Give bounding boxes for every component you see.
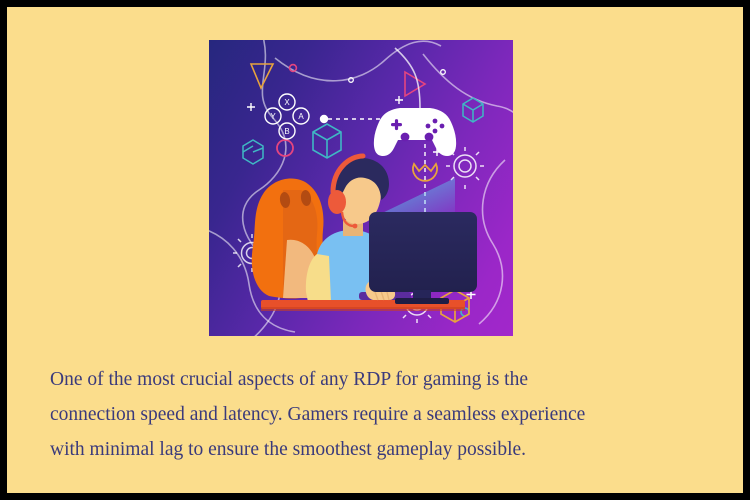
sparkle-icon	[247, 103, 255, 111]
svg-text:B: B	[284, 127, 289, 136]
svg-text:A: A	[298, 112, 304, 121]
gamer-at-desk-illustration: X Y A B	[209, 40, 513, 336]
cube-icon	[312, 123, 342, 159]
cube-icon	[242, 139, 264, 165]
article-card: X Y A B One of the most crucial aspects …	[7, 7, 743, 493]
controller-buttons-labels: X Y A B	[270, 98, 304, 136]
sparkle-icon	[395, 96, 403, 104]
desktop-monitor	[369, 212, 477, 304]
circle-icon	[440, 69, 446, 75]
svg-text:Y: Y	[270, 112, 276, 121]
floating-gamepad	[373, 108, 457, 156]
cube-icon	[462, 97, 484, 123]
triangle-icon	[249, 63, 275, 90]
paragraph-line-2: connection speed and latency. Gamers req…	[50, 404, 586, 425]
svg-text:X: X	[284, 98, 290, 107]
headphone-earcup	[328, 190, 346, 214]
article-body-text: One of the most crucial aspects of any R…	[50, 362, 704, 467]
paragraph-line-1: One of the most crucial aspects of any R…	[50, 369, 528, 390]
illustration-container: X Y A B	[209, 40, 513, 336]
paragraph-line-3: with minimal lag to ensure the smoothest…	[50, 439, 527, 460]
